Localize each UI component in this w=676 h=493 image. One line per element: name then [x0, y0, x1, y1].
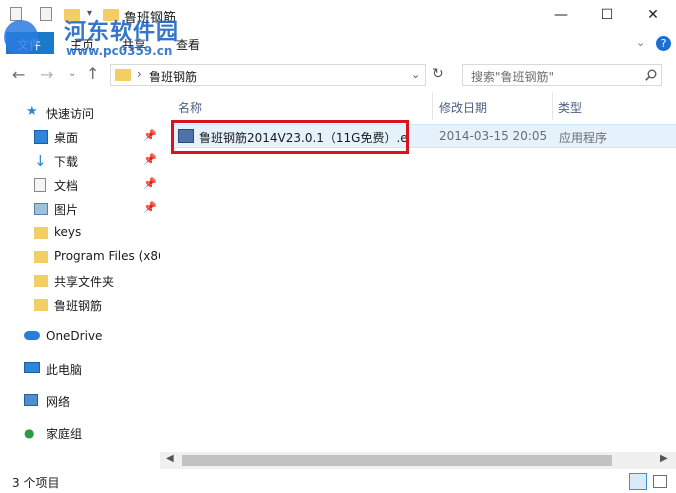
watermark-url: www.pc0359.cn	[66, 44, 173, 58]
search-placeholder: 搜索"鲁班钢筋"	[471, 70, 555, 84]
column-header-row: 名称 修改日期 类型	[160, 92, 676, 120]
watermark-logo-icon	[4, 20, 38, 54]
nav-item-label: 鲁班钢筋	[54, 299, 103, 313]
nav-item-pictures[interactable]: 图片 📌	[0, 198, 160, 220]
breadcrumb-separator[interactable]: ›	[137, 67, 142, 81]
nav-item-program-files[interactable]: Program Files (x86)	[0, 246, 160, 268]
back-arrow-icon[interactable]: ←	[12, 65, 25, 84]
nav-onedrive[interactable]: OneDrive	[0, 326, 160, 348]
column-divider[interactable]	[552, 92, 553, 120]
nav-quick-access-label: 快速访问	[46, 107, 95, 121]
nav-item-label: Program Files (x86)	[54, 249, 160, 263]
picture-icon	[34, 203, 48, 215]
nav-this-pc-label: 此电脑	[46, 363, 83, 377]
folder-icon	[34, 275, 48, 287]
nav-homegroup[interactable]: ● 家庭组	[0, 422, 160, 444]
download-icon: ↓	[34, 152, 47, 170]
status-bar: 3 个项目	[0, 471, 676, 493]
nav-item-label: keys	[54, 225, 82, 239]
breadcrumb-current[interactable]: 鲁班钢筋	[149, 68, 197, 85]
horizontal-scrollbar[interactable]: ◀ ▶	[160, 452, 676, 469]
desktop-icon	[34, 130, 48, 144]
scroll-left-icon[interactable]: ◀	[166, 453, 174, 464]
nav-item-label: 桌面	[54, 131, 79, 145]
nav-network-label: 网络	[46, 395, 71, 409]
large-icons-view-icon[interactable]	[653, 475, 667, 488]
quick-access-new-file-icon[interactable]	[40, 7, 52, 21]
nav-homegroup-label: 家庭组	[46, 427, 83, 441]
star-icon: ★	[26, 104, 38, 119]
nav-item-luban[interactable]: 鲁班钢筋	[0, 294, 160, 316]
maximize-button[interactable]: ☐	[584, 0, 630, 30]
item-count: 3 个项目	[12, 476, 60, 490]
nav-item-label: 文档	[54, 179, 79, 193]
navigation-pane: ★ 快速访问 桌面 📌 ↓ 下载 📌 文档 📌 图片 📌 keys Progra…	[0, 92, 160, 470]
close-button[interactable]: ✕	[630, 0, 676, 30]
quick-access-properties-icon[interactable]	[10, 7, 22, 21]
cloud-icon	[24, 331, 40, 340]
help-icon[interactable]: ?	[656, 36, 671, 51]
pin-icon[interactable]: 📌	[143, 177, 157, 190]
address-dropdown-icon[interactable]: ⌄	[411, 68, 420, 81]
column-divider[interactable]	[432, 92, 433, 120]
address-bar[interactable]: › 鲁班钢筋 ⌄	[110, 64, 426, 86]
ribbon-expand-icon[interactable]: ⌄	[636, 36, 645, 49]
nav-item-keys[interactable]: keys	[0, 222, 160, 244]
nav-item-downloads[interactable]: ↓ 下载 📌	[0, 150, 160, 172]
nav-item-label: 图片	[54, 203, 79, 217]
nav-item-label: 下载	[54, 155, 79, 169]
nav-item-label: 共享文件夹	[54, 275, 115, 289]
recent-locations-icon[interactable]: ⌄	[68, 68, 76, 79]
nav-item-desktop[interactable]: 桌面 📌	[0, 126, 160, 148]
scrollbar-thumb[interactable]	[182, 455, 612, 466]
minimize-button[interactable]: —	[538, 0, 584, 30]
up-arrow-icon[interactable]: ↑	[86, 64, 99, 83]
pin-icon[interactable]: 📌	[143, 153, 157, 166]
pin-icon[interactable]: 📌	[143, 201, 157, 214]
nav-this-pc[interactable]: 此电脑	[0, 358, 160, 380]
column-name-header[interactable]: 名称	[178, 99, 202, 116]
column-type-header[interactable]: 类型	[558, 99, 582, 116]
nav-item-shared-folder[interactable]: 共享文件夹	[0, 270, 160, 292]
watermark-brand: 河东软件园	[64, 19, 180, 45]
network-icon	[24, 394, 38, 406]
file-type: 应用程序	[559, 131, 608, 145]
nav-network[interactable]: 网络	[0, 390, 160, 412]
search-input[interactable]: 搜索"鲁班钢筋"	[462, 64, 662, 86]
folder-icon	[34, 299, 48, 311]
tab-view[interactable]: 查看	[176, 36, 200, 53]
nav-quick-access[interactable]: ★ 快速访问	[0, 102, 160, 124]
homegroup-icon: ●	[24, 426, 35, 440]
forward-arrow-icon[interactable]: →	[40, 65, 53, 84]
computer-icon	[24, 362, 40, 373]
search-icon	[645, 69, 657, 81]
pin-icon[interactable]: 📌	[143, 129, 157, 142]
folder-icon	[34, 251, 48, 263]
column-date-header[interactable]: 修改日期	[439, 99, 487, 116]
file-date: 2014-03-15 20:05	[439, 129, 548, 143]
scroll-right-icon[interactable]: ▶	[660, 453, 668, 464]
nav-onedrive-label: OneDrive	[46, 329, 103, 343]
address-folder-icon	[115, 69, 131, 81]
nav-item-documents[interactable]: 文档 📌	[0, 174, 160, 196]
refresh-icon[interactable]: ↻	[432, 66, 444, 82]
folder-icon	[34, 227, 48, 239]
document-icon	[34, 178, 46, 192]
details-view-icon[interactable]	[629, 473, 647, 490]
highlight-annotation	[171, 120, 409, 154]
